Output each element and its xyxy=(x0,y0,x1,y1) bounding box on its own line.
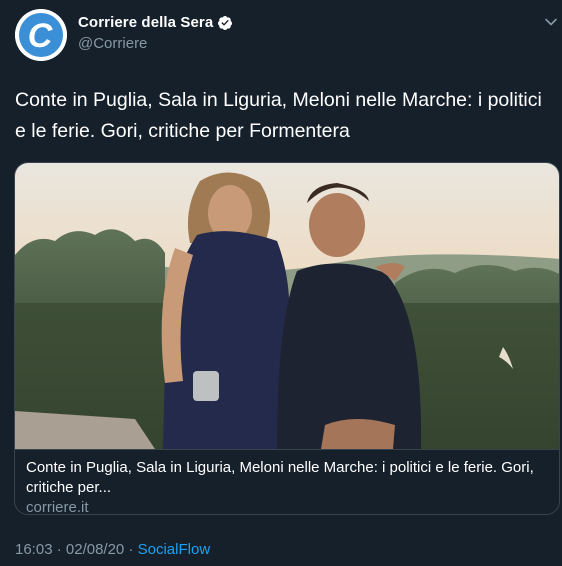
card-title: Conte in Puglia, Sala in Liguria, Meloni… xyxy=(26,459,534,496)
meta-separator: · xyxy=(124,541,138,558)
corriere-logo-icon: C xyxy=(15,9,67,61)
tweet: C Corriere della Sera @Corriere Conte in… xyxy=(0,0,562,566)
card-domain: corriere.it xyxy=(26,499,89,515)
chevron-down-icon[interactable] xyxy=(543,14,559,30)
avatar[interactable]: C xyxy=(15,9,67,61)
handle[interactable]: @Corriere xyxy=(78,35,147,52)
name-row: Corriere della Sera xyxy=(78,14,233,31)
card-body[interactable]: Conte in Puglia, Sala in Liguria, Meloni… xyxy=(15,449,559,515)
tweet-date[interactable]: 02/08/20 xyxy=(66,541,124,558)
meta-separator: · xyxy=(52,541,66,558)
photo-couple-at-sunset xyxy=(15,163,559,449)
svg-text:C: C xyxy=(28,17,53,55)
tweet-text: Conte in Puglia, Sala in Liguria, Meloni… xyxy=(15,89,542,142)
display-name[interactable]: Corriere della Sera xyxy=(78,14,213,31)
verified-badge-icon xyxy=(218,15,233,30)
link-card[interactable]: Conte in Puglia, Sala in Liguria, Meloni… xyxy=(14,162,560,515)
card-image[interactable] xyxy=(15,163,559,449)
tweet-meta: 16:03 · 02/08/20 · SocialFlow xyxy=(15,541,210,558)
tweet-source-link[interactable]: SocialFlow xyxy=(138,541,211,558)
tweet-time[interactable]: 16:03 xyxy=(15,541,53,558)
